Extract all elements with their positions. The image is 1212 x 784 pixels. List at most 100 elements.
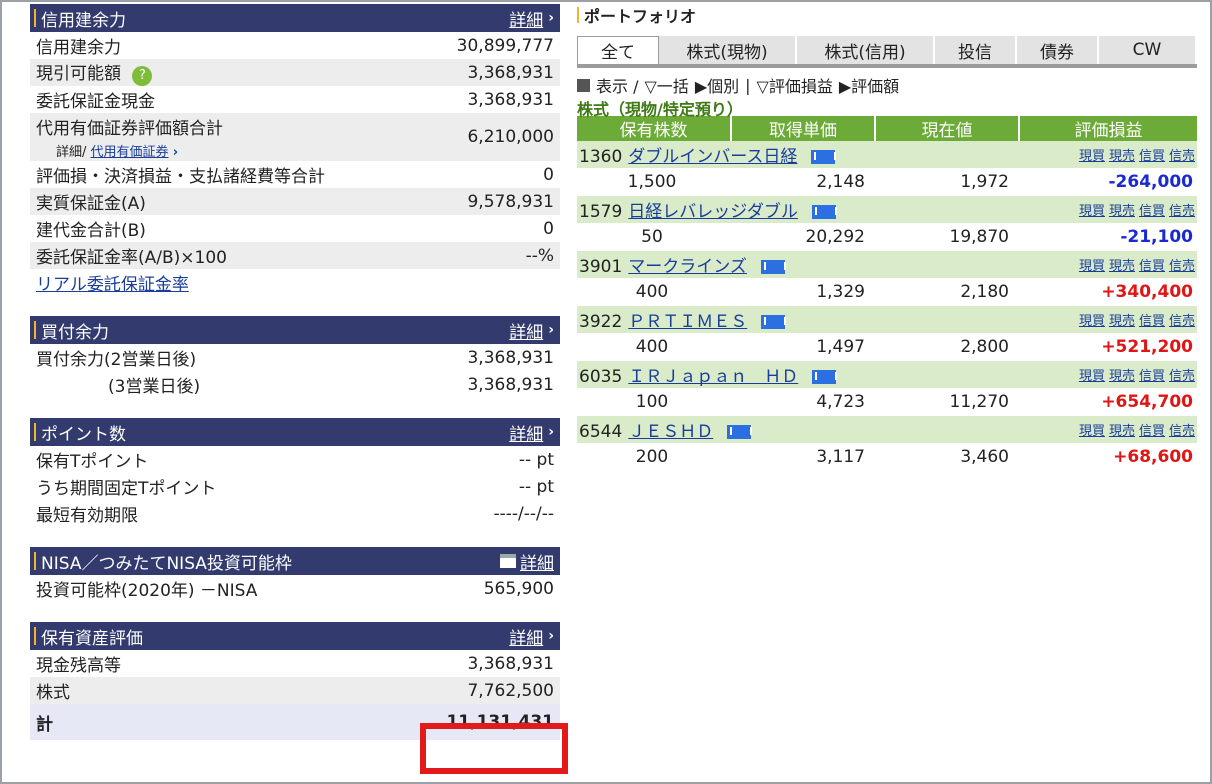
mail-icon[interactable]: [812, 370, 838, 384]
trade-action-link[interactable]: 信買: [1139, 424, 1165, 439]
buy-header: 買付余力 詳細 ›: [30, 316, 560, 344]
stock-code: 3901: [579, 257, 623, 277]
stock-link[interactable]: 日経レバレッジダブル: [628, 202, 798, 222]
stock-data-row: 100 4,723 11,270 +654,700: [577, 388, 1197, 416]
stock-data-row: 400 1,497 2,800 +521,200: [577, 333, 1197, 361]
trade-action-link[interactable]: 現買: [1079, 369, 1105, 384]
buy-row: 買付余力(2営業日後) 3,368,931: [36, 347, 554, 371]
qty-cell: 400: [635, 337, 669, 357]
table-header: 保有株数 取得単価 現在値 評価損益: [577, 116, 1197, 141]
assets-header: 保有資産評価 詳細 ›: [30, 622, 560, 650]
trade-action-link[interactable]: 信売: [1169, 259, 1195, 274]
buy-detail-link[interactable]: 詳細: [509, 318, 543, 343]
tab-bond[interactable]: 債券: [1017, 36, 1099, 64]
trade-action-link[interactable]: 信買: [1139, 314, 1165, 329]
trade-action-link[interactable]: 現買: [1079, 204, 1105, 219]
mail-icon[interactable]: [760, 260, 786, 274]
trade-actions: 現買 現売 信買 信売: [1019, 196, 1197, 223]
triangle-right-icon: ▶: [694, 77, 708, 96]
trade-action-link[interactable]: 信買: [1139, 149, 1165, 164]
credit-row: 委託保証金現金 3,368,931: [36, 89, 554, 113]
trade-action-link[interactable]: 現売: [1109, 314, 1135, 329]
credit-detail-link[interactable]: 詳細: [509, 6, 543, 31]
trade-action-link[interactable]: 現売: [1109, 149, 1135, 164]
tab-cw[interactable]: CW: [1099, 36, 1197, 64]
trade-action-link[interactable]: 現買: [1079, 259, 1105, 274]
stock-link[interactable]: ＰＲＴＩＭＥＳ: [628, 312, 747, 332]
trade-action-link[interactable]: 現買: [1079, 314, 1105, 329]
pl-cell: +654,700: [1101, 392, 1193, 412]
assets-detail-link[interactable]: 詳細: [509, 624, 543, 649]
mail-icon[interactable]: [761, 315, 787, 329]
credit-row: 代用有価証券評価額合計 詳細/ 代用有価証券 › 6,210,000: [30, 113, 560, 161]
stock-data-row: 200 3,117 3,460 +68,600: [577, 443, 1197, 471]
credit-row: 信用建余力 30,899,777: [36, 35, 554, 59]
cost-cell: 2,148: [816, 172, 865, 192]
trade-action-link[interactable]: 現買: [1079, 149, 1105, 164]
value-toggle[interactable]: ▶評価額: [839, 73, 899, 97]
assets-row: 株式 7,762,500: [30, 677, 560, 704]
single-toggle[interactable]: ▶個別: [695, 73, 739, 97]
points-detail-link[interactable]: 詳細: [509, 420, 543, 445]
trade-action-link[interactable]: 現売: [1109, 204, 1135, 219]
holdings-table: 保有株数 取得単価 現在値 評価損益 1360 ダブルインバース日経 現買 現売 信買信…: [577, 116, 1197, 471]
price-cell: 2,800: [960, 337, 1009, 357]
tab-fund[interactable]: 投信: [935, 36, 1017, 64]
tab-all[interactable]: 全て: [577, 36, 659, 64]
stock-code: 6544: [579, 422, 623, 442]
stock-data-row: 400 1,329 2,180 +340,400: [577, 278, 1197, 306]
realtime-margin-row: リアル委託保証金率: [30, 269, 560, 296]
stock-name-row: 1579 日経レバレッジダブル 現買 現売 信買 信売: [577, 196, 1197, 223]
buy-title: 買付余力: [41, 322, 109, 343]
portfolio-tabs: 全て 株式(現物) 株式(信用) 投信 債券 CW: [577, 36, 1197, 68]
trade-action-link[interactable]: 信売: [1169, 204, 1195, 219]
collateral-link[interactable]: 代用有価証券: [91, 145, 169, 160]
trade-action-link[interactable]: 現売: [1109, 424, 1135, 439]
tab-stock-margin[interactable]: 株式(信用): [797, 36, 935, 64]
portfolio-subtitle: 株式（現物/特定預り）: [577, 100, 743, 119]
trade-action-link[interactable]: 現買: [1079, 424, 1105, 439]
trade-action-link[interactable]: 信買: [1139, 204, 1165, 219]
help-icon[interactable]: ?: [132, 66, 153, 86]
pl-toggle[interactable]: ▽評価損益: [757, 73, 833, 97]
triangle-down-icon: ▽: [644, 77, 657, 96]
trade-action-link[interactable]: 信買: [1139, 369, 1165, 384]
trade-action-link[interactable]: 信買: [1139, 259, 1165, 274]
nisa-row: 投資可能枠(2020年) －NISA 565,900: [36, 578, 554, 602]
assets-row: 現金残高等 3,368,931: [36, 653, 554, 677]
points-row: 保有Tポイント -- pt: [36, 449, 554, 473]
stock-data-row: 1,500 2,148 1,972 -264,000: [577, 168, 1197, 196]
qty-cell: 1,500: [627, 172, 677, 192]
chevron-right-icon: ›: [548, 10, 554, 26]
chevron-right-icon: ›: [548, 424, 554, 440]
nisa-detail-link[interactable]: 詳細: [520, 549, 554, 574]
mail-icon[interactable]: [811, 150, 837, 164]
trade-action-link[interactable]: 現売: [1109, 259, 1135, 274]
trade-actions: 現買 現売 信買 信売: [1019, 416, 1197, 443]
portfolio-panel: ポートフォリオ 全て 株式(現物) 株式(信用) 投信 債券 CW 表示 / ▽…: [577, 4, 1197, 471]
accent-bar: [34, 627, 36, 645]
credit-row: 委託保証金率(A/B)×100 --%: [30, 242, 560, 269]
pl-cell: +340,400: [1101, 282, 1193, 302]
pl-cell: +68,600: [1113, 447, 1193, 467]
trade-action-link[interactable]: 信売: [1169, 424, 1195, 439]
trade-action-link[interactable]: 現売: [1109, 369, 1135, 384]
mail-icon[interactable]: [811, 205, 837, 219]
stock-link[interactable]: ダブルインバース日経: [628, 147, 797, 167]
mail-icon[interactable]: [727, 425, 753, 439]
cost-cell: 1,329: [816, 282, 865, 302]
trade-action-link[interactable]: 信売: [1169, 314, 1195, 329]
stock-link[interactable]: ＪＥＳＨＤ: [628, 422, 713, 442]
realtime-margin-link[interactable]: リアル委託保証金率: [36, 270, 189, 295]
trade-action-link[interactable]: 信売: [1169, 149, 1195, 164]
tab-stock-cash[interactable]: 株式(現物): [659, 36, 797, 64]
buy-row: (3営業日後) 3,368,931: [108, 374, 554, 398]
trade-actions: 現買 現売 信買 信売: [1019, 141, 1197, 168]
stock-data-row: 50 20,292 19,870 -21,100: [577, 223, 1197, 251]
bulk-toggle[interactable]: ▽一括: [644, 73, 688, 97]
trade-action-link[interactable]: 信売: [1169, 369, 1195, 384]
accent-bar: [577, 7, 579, 23]
stock-link[interactable]: ＩＲＪａｐａｎ ＨＤ: [628, 367, 798, 387]
stock-link[interactable]: マークラインズ: [628, 257, 747, 277]
assets-title: 保有資産評価: [41, 628, 143, 649]
